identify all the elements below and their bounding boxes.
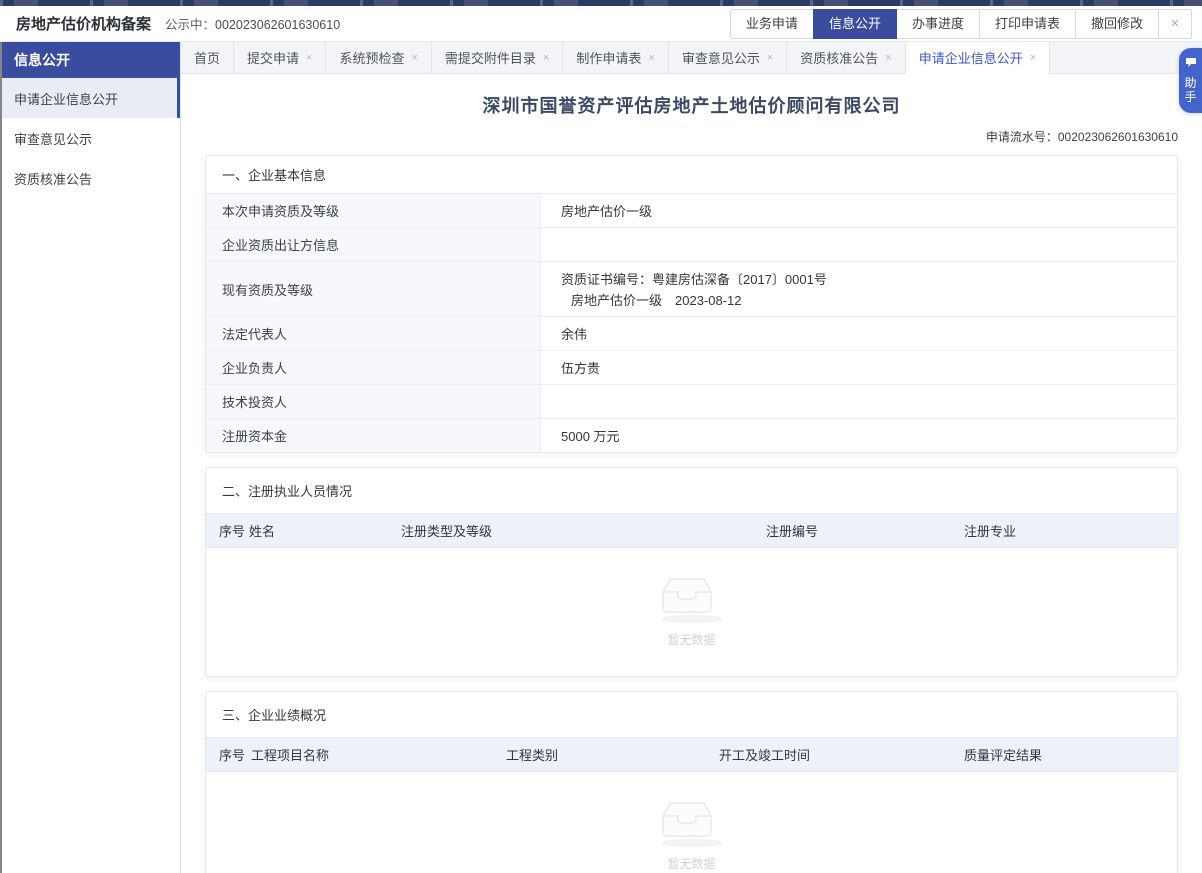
empty-icon-shadow [661,615,723,623]
tab-close-icon[interactable]: × [885,52,891,64]
page-content: 深圳市国誉资产评估房地产土地估价顾问有限公司 申请流水号：00202306260… [181,74,1202,873]
application-serial-number: 002023062601630610 [1058,130,1178,144]
section-registered-personnel: 二、注册执业人员情况 序号 姓名 注册类型及等级 注册编号 注册专业 [205,467,1178,677]
section-performance-title: 三、企业业绩概况 [206,692,1177,738]
sidebar-item-enterprise-info-disclosure[interactable]: 申请企业信息公开 [2,78,180,118]
tab-home[interactable]: 首页 [181,42,234,73]
sidebar-item-qualification-approval[interactable]: 资质核准公告 [2,158,180,198]
sidebar-item-review-opinion[interactable]: 审查意见公示 [2,118,180,158]
header-actions: 业务申请 信息公开 办事进度 打印申请表 撤回修改 × [730,9,1192,39]
empty-inbox-icon [661,801,723,847]
table-row: 注册资本金 5000 万元 [206,419,1177,452]
tab-attachment-catalog[interactable]: 需提交附件目录× [432,42,563,73]
tab-bar: 首页 提交申请× 系统预检查× 需提交附件目录× 制作申请表× 审查意见公示× … [181,42,1202,74]
tab-review-opinion[interactable]: 审查意见公示× [669,42,787,73]
tab-close-icon[interactable]: × [543,52,549,64]
status-label: 公示中： [165,18,215,32]
window-header: 房地产估价机构备案 公示中：002023062601630610 业务申请 信息… [0,6,1202,42]
table-row: 法定代表人 余伟 [206,317,1177,351]
basic-info-table: 本次申请资质及等级 房地产估价一级 企业资质出让方信息 现有资质及等级 资质证书… [206,194,1177,452]
main-area: 首页 提交申请× 系统预检查× 需提交附件目录× 制作申请表× 审查意见公示× … [181,42,1202,873]
assistant-label: 助手 [1184,76,1196,104]
no-data-text: 暂无数据 [667,855,715,872]
progress-button[interactable]: 办事进度 [896,9,980,39]
tab-make-application-form[interactable]: 制作申请表× [563,42,668,73]
info-disclosure-button[interactable]: 信息公开 [813,9,897,39]
app-title: 房地产估价机构备案 [16,13,151,34]
tab-qualification-approval[interactable]: 资质核准公告× [787,42,905,73]
tab-close-icon[interactable]: × [648,52,654,64]
table-row: 本次申请资质及等级 房地产估价一级 [206,194,1177,228]
empty-icon-shadow [661,839,723,847]
print-application-button[interactable]: 打印申请表 [979,9,1076,39]
status-serial-number: 002023062601630610 [215,18,340,32]
publicity-status: 公示中：002023062601630610 [165,14,340,33]
chat-bubble-icon [1185,55,1197,73]
section-basic-info: 一、企业基本信息 本次申请资质及等级 房地产估价一级 企业资质出让方信息 现有资… [205,155,1178,453]
assistant-floating-button[interactable]: 助手 [1179,48,1202,113]
performance-table-header: 序号 工程项目名称 工程类别 开工及竣工时间 质量评定结果 [206,738,1177,772]
section-basic-info-title: 一、企业基本信息 [206,156,1177,194]
tab-close-icon[interactable]: × [306,52,312,64]
certificate-number-line: 资质证书编号：粤建房估深备〔2017〕0001号 [561,269,1157,288]
header-left: 房地产估价机构备案 公示中：002023062601630610 [16,13,340,34]
application-serial: 申请流水号：002023062601630610 [205,128,1178,145]
table-row: 企业资质出让方信息 [206,228,1177,262]
body: 信息公开 申请企业信息公开 审查意见公示 资质核准公告 首页 提交申请× 系统预… [0,42,1202,873]
window-close-icon[interactable]: × [1158,9,1192,39]
sidebar-header: 信息公开 [2,42,180,78]
personnel-table-header: 序号 姓名 注册类型及等级 注册编号 注册专业 [206,514,1177,548]
empty-inbox-icon [661,577,723,623]
app-window: 房地产估价机构备案 公示中：002023062601630610 业务申请 信息… [0,0,1202,873]
business-apply-button[interactable]: 业务申请 [730,9,814,39]
table-row: 技术投资人 [206,385,1177,419]
tab-close-icon[interactable]: × [1030,52,1036,64]
withdraw-modify-button[interactable]: 撤回修改 [1075,9,1159,39]
no-data-text: 暂无数据 [667,631,715,648]
company-title: 深圳市国誉资产评估房地产土地估价顾问有限公司 [205,92,1178,118]
performance-empty-state: 暂无数据 [206,772,1177,873]
tab-enterprise-info-disclosure[interactable]: 申请企业信息公开× [906,42,1050,73]
header-button-group: 业务申请 信息公开 办事进度 打印申请表 撤回修改 × [730,9,1192,39]
personnel-empty-state: 暂无数据 [206,548,1177,676]
table-row: 企业负责人 伍方贵 [206,351,1177,385]
tab-close-icon[interactable]: × [767,52,773,64]
section-registered-personnel-title: 二、注册执业人员情况 [206,468,1177,514]
tab-system-precheck[interactable]: 系统预检查× [326,42,431,73]
qualification-grade-line: 房地产估价一级 2023-08-12 [561,290,1157,309]
tab-submit-application[interactable]: 提交申请× [234,42,326,73]
section-performance: 三、企业业绩概况 序号 工程项目名称 工程类别 开工及竣工时间 质量评定结果 [205,691,1178,873]
tab-close-icon[interactable]: × [411,52,417,64]
sidebar: 信息公开 申请企业信息公开 审查意见公示 资质核准公告 [2,42,181,873]
table-row: 现有资质及等级 资质证书编号：粤建房估深备〔2017〕0001号 房地产估价一级… [206,262,1177,317]
